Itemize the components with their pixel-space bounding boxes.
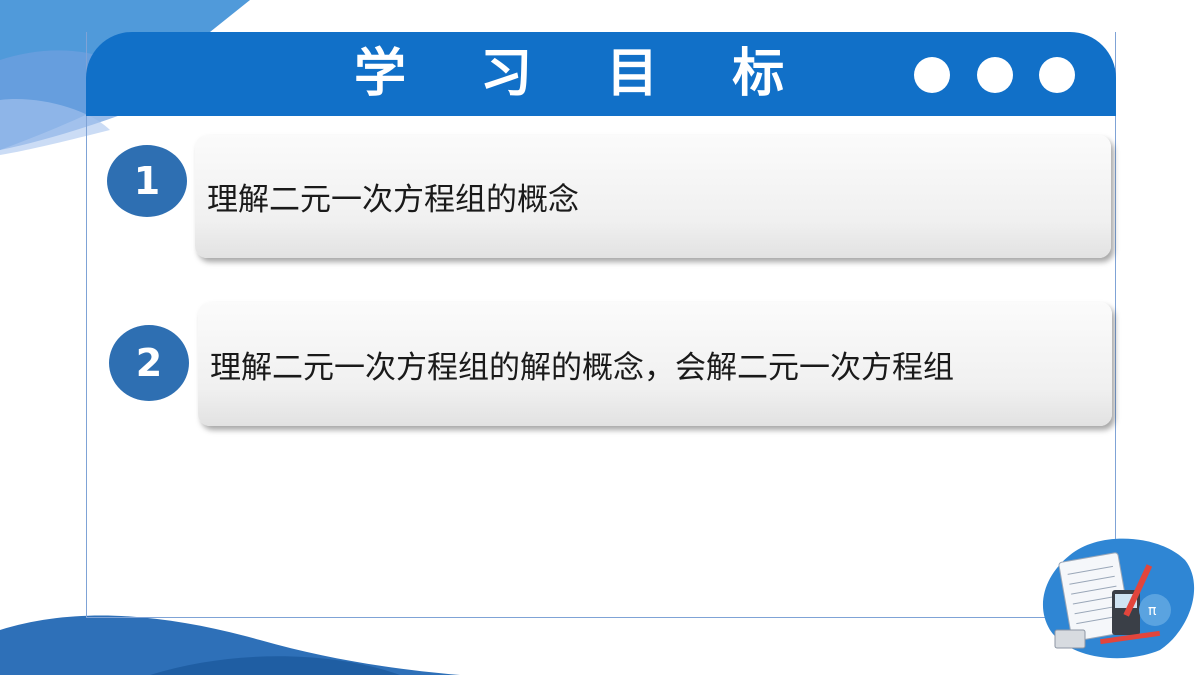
goal-number-badge-2: 2 — [105, 321, 193, 405]
goal-number-badge-1: 1 — [103, 141, 191, 221]
goal-card-2: 理解二元一次方程组的解的概念，会解二元一次方程组 — [198, 302, 1112, 426]
header-dot-3 — [1039, 57, 1075, 93]
header-dot-1 — [914, 57, 950, 93]
svg-text:π: π — [1148, 603, 1157, 619]
page-title: 学 习 目 标 — [354, 44, 813, 104]
header-bar: 学 习 目 标 — [86, 32, 1116, 116]
goal-text-1: 理解二元一次方程组的概念 — [207, 182, 579, 218]
header-dot-2 — [977, 57, 1013, 93]
goal-card-1: 理解二元一次方程组的概念 — [195, 135, 1111, 258]
goal-text-2: 理解二元一次方程组的解的概念，会解二元一次方程组 — [210, 349, 954, 386]
math-desk-icon: π — [1042, 538, 1195, 659]
